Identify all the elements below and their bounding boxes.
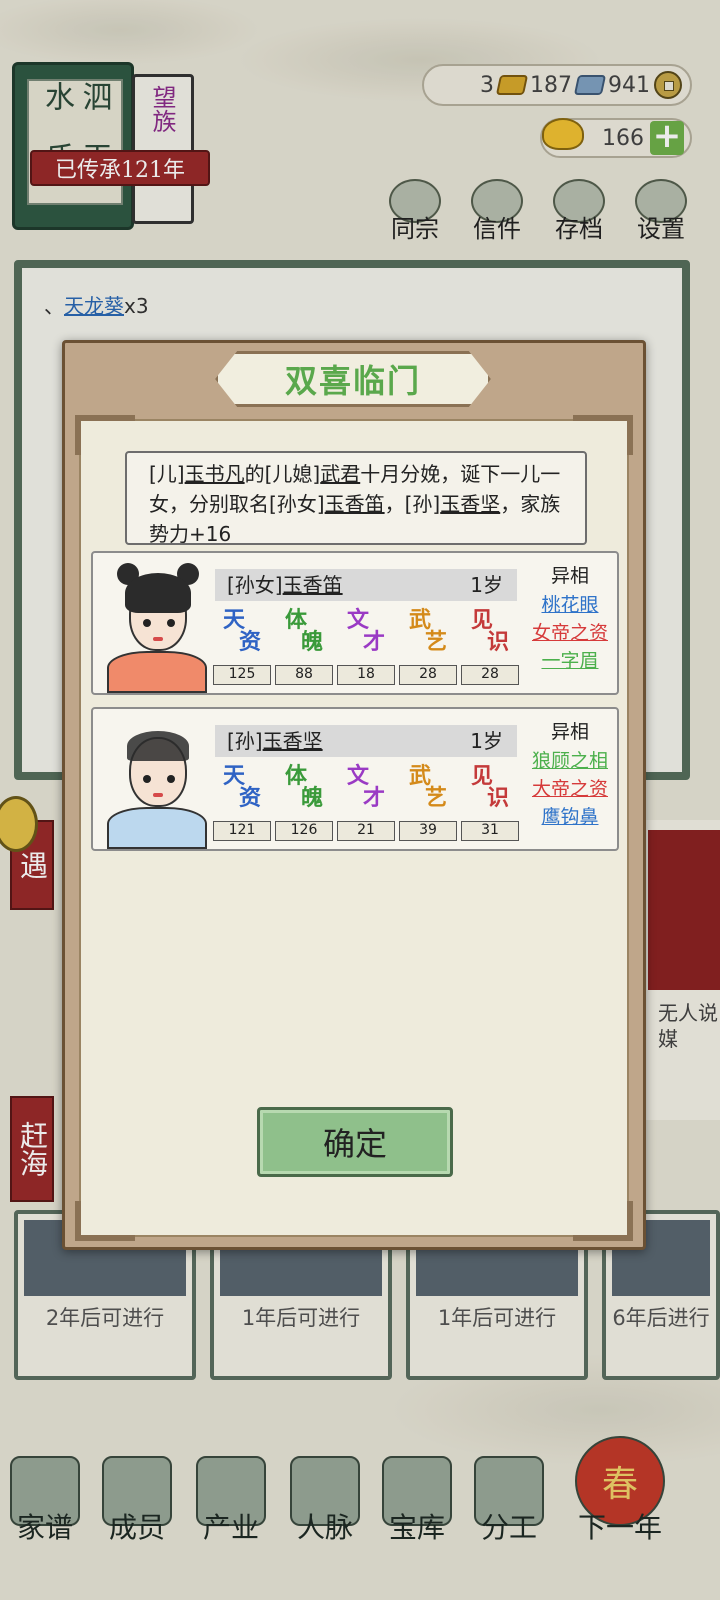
traits-header: 异相	[550, 721, 589, 743]
stat-physique-label: 体魄	[285, 763, 324, 811]
stat-physique-value: 88	[275, 665, 333, 685]
stat-literary: 文才 21	[337, 763, 395, 845]
trait-item[interactable]: 鹰钩鼻	[525, 803, 615, 831]
stat-insight-value: 31	[461, 821, 519, 841]
trait-item[interactable]: 一字眉	[525, 647, 615, 675]
avatar	[103, 559, 211, 693]
frame-corner	[75, 1201, 135, 1241]
stat-martial-label: 武艺	[409, 763, 448, 811]
avatar-robe	[107, 807, 207, 849]
child-age: 1岁	[470, 573, 503, 597]
child-stats: 天资 125 体魄 88 文才 18 武艺 28 见识 28	[213, 607, 525, 689]
stat-literary: 文才 18	[337, 607, 395, 689]
stat-literary-value: 21	[337, 821, 395, 841]
stat-martial-value: 39	[399, 821, 457, 841]
stat-talent-label: 天资	[223, 763, 262, 811]
child-card-granddaughter[interactable]: [孙女]玉香笛 1岁 天资 125 体魄 88 文才 18 武艺 28 见识 2…	[91, 551, 619, 695]
stat-literary-label: 文才	[347, 607, 386, 655]
child-role: [孙女]	[227, 573, 283, 597]
trait-item[interactable]: 女帝之资	[525, 619, 615, 647]
child-name: 玉香笛	[282, 573, 343, 597]
stat-martial-label: 武艺	[409, 607, 448, 655]
birth-message: [儿]玉书凡的[儿媳]武君十月分娩，诞下一儿一女，分别取名[孙女]玉香笛，[孙]…	[125, 451, 587, 546]
child-name-bar: [孙]玉香坚 1岁	[215, 725, 517, 757]
child-card-grandson[interactable]: [孙]玉香坚 1岁 天资 121 体魄 126 文才 21 武艺 39 见识 3…	[91, 707, 619, 851]
mother-name[interactable]: 武君	[320, 462, 360, 486]
child-name-bar: [孙女]玉香笛 1岁	[215, 569, 517, 601]
stat-talent-value: 125	[213, 665, 271, 685]
child-role: [孙]	[227, 729, 263, 753]
avatar-eyes	[141, 775, 177, 783]
father-name[interactable]: 玉书凡	[185, 462, 245, 486]
child-traits: 异相 桃花眼 女帝之资 一字眉	[525, 561, 615, 691]
confirm-button[interactable]: 确定	[257, 1107, 453, 1177]
dialog-title: 双喜临门	[284, 362, 421, 400]
avatar-eyes	[141, 619, 177, 627]
frame-corner	[75, 415, 135, 455]
stat-talent-value: 121	[213, 821, 271, 841]
stat-insight-label: 见识	[471, 763, 510, 811]
avatar-mouth	[153, 637, 163, 641]
stat-talent: 天资 125	[213, 607, 271, 689]
stat-insight: 见识 31	[461, 763, 519, 845]
trait-item[interactable]: 狼顾之相	[525, 747, 615, 775]
stat-physique: 体魄 126	[275, 763, 333, 845]
dialog-title-plaque: 双喜临门	[215, 351, 491, 407]
twin-birth-dialog: 双喜临门 [儿]玉书凡的[儿媳]武君十月分娩，诞下一儿一女，分别取名[孙女]玉香…	[62, 340, 646, 1250]
msg-part: 的[儿媳]	[244, 462, 321, 486]
stat-physique: 体魄 88	[275, 607, 333, 689]
daughter-name[interactable]: 玉香笛	[325, 492, 385, 516]
stat-literary-value: 18	[337, 665, 395, 685]
stat-insight: 见识 28	[461, 607, 519, 689]
son-name[interactable]: 玉香坚	[440, 492, 500, 516]
stat-insight-value: 28	[461, 665, 519, 685]
frame-corner	[573, 1201, 633, 1241]
stat-physique-label: 体魄	[285, 607, 324, 655]
stat-martial: 武艺 39	[399, 763, 457, 845]
stat-talent: 天资 121	[213, 763, 271, 845]
child-traits: 异相 狼顾之相 大帝之资 鹰钩鼻	[525, 717, 615, 847]
msg-part: ，[孙]	[384, 492, 441, 516]
stat-literary-label: 文才	[347, 763, 386, 811]
traits-header: 异相	[550, 565, 589, 587]
stat-martial: 武艺 28	[399, 607, 457, 689]
stat-physique-value: 126	[275, 821, 333, 841]
stat-talent-label: 天资	[223, 607, 262, 655]
msg-part: [儿]	[149, 462, 185, 486]
trait-item[interactable]: 大帝之资	[525, 775, 615, 803]
avatar-hair	[127, 731, 189, 761]
child-stats: 天资 121 体魄 126 文才 21 武艺 39 见识 31	[213, 763, 525, 845]
stat-martial-value: 28	[399, 665, 457, 685]
frame-corner	[573, 415, 633, 455]
trait-item[interactable]: 桃花眼	[525, 591, 615, 619]
stat-insight-label: 见识	[471, 607, 510, 655]
child-age: 1岁	[470, 729, 503, 753]
avatar-robe	[107, 651, 207, 693]
avatar-mouth	[153, 793, 163, 797]
avatar-hair	[125, 573, 191, 613]
avatar	[103, 715, 211, 849]
child-name: 玉香坚	[262, 729, 323, 753]
